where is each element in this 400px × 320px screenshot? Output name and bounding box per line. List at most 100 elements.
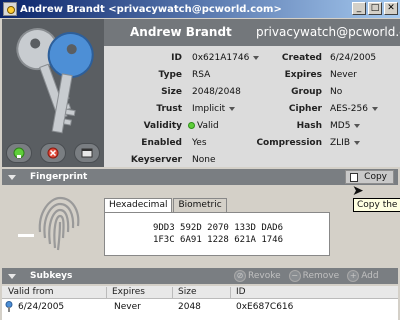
prop-label: Type: [158, 70, 182, 80]
key-id-select[interactable]: 0x621A1746: [192, 51, 260, 65]
close-button[interactable]: ✕: [384, 2, 398, 15]
subkey-actions: ⊘ Revoke − Remove + Add: [234, 268, 379, 284]
prop-label: Validity: [143, 121, 182, 131]
revoke-button[interactable]: ⊘ Revoke: [234, 268, 281, 284]
minimize-button[interactable]: _: [352, 2, 366, 15]
fingerprint-tabs: Hexadecimal Biometric: [104, 198, 228, 212]
add-button[interactable]: + Add: [347, 268, 379, 284]
key-art-panel: [2, 19, 104, 167]
chevron-down-icon: [354, 123, 361, 128]
prop-row-enabled: Enabled Yes Compression ZLIB: [104, 136, 400, 150]
delete-key-icon: [47, 147, 59, 159]
maximize-button[interactable]: □: [368, 2, 382, 15]
fingerprint-display: 9DD3 592D 2070 133D DAD6 1F3C 6A91 1228 …: [104, 212, 330, 256]
prop-row-size: Size 2048/2048 Group No: [104, 85, 400, 99]
column-header-valid-from[interactable]: Valid from: [8, 287, 54, 298]
window-view-button[interactable]: [74, 143, 100, 163]
section-title: Subkeys: [30, 271, 73, 281]
prop-value: None: [192, 155, 216, 165]
add-label: Add: [361, 271, 379, 281]
subkeys-table-header: Valid from Expires Size ID: [2, 286, 398, 299]
key-properties: ID 0x621A1746 Created 6/24/2005 Type RSA…: [104, 46, 400, 167]
valid-status-icon: [188, 122, 195, 129]
prop-label: Expires: [284, 70, 322, 80]
section-title: Fingerprint: [30, 172, 88, 182]
copy-label: Copy: [364, 172, 387, 182]
prop-label: Size: [161, 87, 182, 97]
prop-value: MD5: [330, 121, 351, 131]
prop-value: AES-256: [330, 104, 368, 114]
key-export-icon: [13, 147, 25, 159]
key-owner-name: Andrew Brandt: [130, 25, 232, 39]
copy-icon: [350, 173, 359, 182]
prop-value: ZLIB: [330, 138, 351, 148]
copy-button[interactable]: Copy: [345, 170, 394, 184]
prop-value: Valid: [197, 121, 219, 131]
column-divider[interactable]: [230, 287, 231, 298]
window-icon: [81, 148, 93, 158]
prop-row-id: ID 0x621A1746 Created 6/24/2005: [104, 51, 400, 65]
column-header-expires[interactable]: Expires: [112, 287, 145, 298]
title-bar[interactable]: Andrew Brandt <privacywatch@pcworld.com>…: [0, 0, 400, 18]
key-header: Andrew Brandt privacywatch@pcworld.c...: [104, 19, 400, 46]
prop-row-trust: Trust Implicit Cipher AES-256: [104, 102, 400, 116]
trust-select[interactable]: Implicit: [192, 102, 236, 116]
column-header-id[interactable]: ID: [236, 287, 246, 298]
fingerprint-line-1: 9DD3 592D 2070 133D DAD6: [152, 223, 284, 233]
prop-label: ID: [171, 53, 182, 63]
prop-label: Trust: [156, 104, 182, 114]
prop-label: Enabled: [141, 138, 182, 148]
validity-value: Valid: [188, 119, 219, 133]
cell-id: 0xE687C616: [236, 302, 294, 312]
subkeys-section-header[interactable]: Subkeys ⊘ Revoke − Remove + Add: [2, 268, 398, 284]
prop-value: RSA: [192, 70, 211, 80]
prop-value: 2048/2048: [192, 87, 241, 97]
column-divider[interactable]: [172, 287, 173, 298]
prop-row-keyserver: Keyserver None: [104, 153, 400, 167]
cell-valid-from: 6/24/2005: [18, 302, 65, 312]
prop-row-type: Type RSA Expires Never: [104, 68, 400, 82]
prop-row-validity: Validity Valid Hash MD5: [104, 119, 400, 133]
table-empty-area: [2, 315, 398, 320]
prop-value: 0x621A1746: [192, 53, 250, 63]
mouse-cursor-icon: ➤: [352, 183, 364, 199]
copy-tooltip: Copy the F: [353, 198, 400, 212]
remove-icon: −: [288, 270, 301, 282]
remove-button[interactable]: − Remove: [288, 268, 339, 284]
key-properties-window: Andrew Brandt <privacywatch@pcworld.com>…: [0, 0, 400, 320]
chevron-down-icon: [229, 106, 236, 111]
hash-select[interactable]: MD5: [330, 119, 361, 133]
prop-value: 6/24/2005: [330, 53, 377, 63]
cell-expires: Never: [114, 302, 141, 312]
tab-biometric[interactable]: Biometric: [173, 198, 227, 212]
prop-label: Compression: [256, 138, 322, 148]
add-icon: +: [347, 270, 360, 282]
prop-value: Implicit: [192, 104, 226, 114]
cipher-select[interactable]: AES-256: [330, 102, 378, 116]
revoke-label: Revoke: [248, 271, 281, 281]
collapse-triangle-icon[interactable]: [8, 175, 16, 180]
column-divider[interactable]: [106, 287, 107, 298]
prop-value: No: [330, 87, 343, 97]
chevron-down-icon: [354, 140, 361, 145]
prop-label: Group: [291, 87, 322, 97]
prop-value: Yes: [192, 138, 207, 148]
tab-hexadecimal[interactable]: Hexadecimal: [104, 198, 173, 212]
fingerprint-icon: [38, 196, 80, 251]
column-header-size[interactable]: Size: [178, 287, 196, 298]
key-action-buttons: [6, 143, 100, 163]
compression-select[interactable]: ZLIB: [330, 136, 361, 150]
key-icon: [5, 301, 13, 312]
collapse-triangle-icon[interactable]: [8, 274, 16, 279]
prop-label: Cipher: [288, 104, 322, 114]
key-export-button[interactable]: [6, 143, 32, 163]
delete-key-button[interactable]: [40, 143, 66, 163]
prop-value: Never: [330, 70, 357, 80]
window-title: Andrew Brandt <privacywatch@pcworld.com>: [20, 3, 282, 15]
prop-label: Created: [281, 53, 322, 63]
keys-icon: [16, 28, 94, 134]
table-row[interactable]: 6/24/2005 Never 2048 0xE687C616: [2, 299, 398, 315]
window-controls: _ □ ✕: [352, 2, 398, 15]
chevron-down-icon: [371, 106, 378, 111]
fingerprint-section-header[interactable]: Fingerprint Copy: [2, 169, 398, 185]
